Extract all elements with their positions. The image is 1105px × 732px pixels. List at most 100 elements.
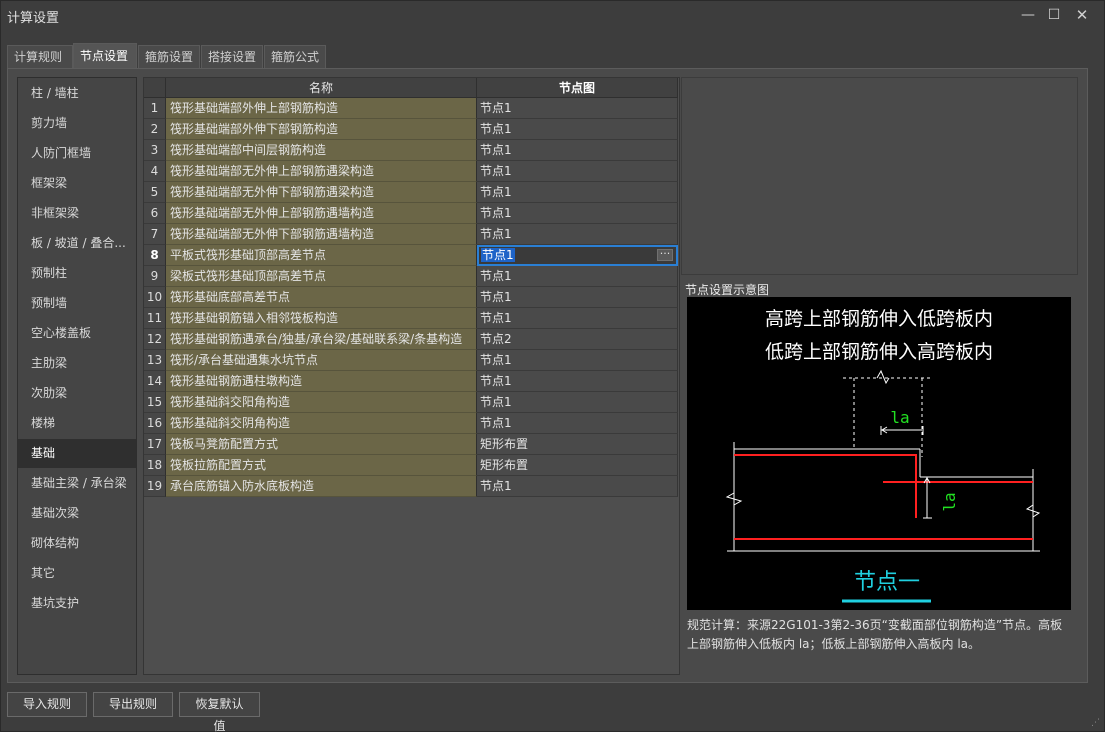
row-name-cell[interactable]: 筏形基础斜交阴角构造 <box>166 413 477 434</box>
row-node-cell[interactable]: 节点1 <box>477 266 678 287</box>
sidebar-item-slab[interactable]: 板 / 坡道 / 叠合... <box>18 229 136 258</box>
row-number[interactable]: 9 <box>144 266 166 287</box>
row-name-cell[interactable]: 平板式筏形基础顶部高差节点 <box>166 245 477 266</box>
row-node-cell[interactable]: 节点1 <box>477 476 678 497</box>
row-node-cell[interactable]: 节点1 <box>477 224 678 245</box>
row-name-cell[interactable]: 筏形基础钢筋遇柱墩构造 <box>166 371 477 392</box>
table-row[interactable]: 5 筏形基础端部无外伸下部钢筋遇梁构造 节点1 <box>144 182 678 203</box>
row-name-cell[interactable]: 筏形基础端部无外伸下部钢筋遇墙构造 <box>166 224 477 245</box>
row-node-cell[interactable]: 矩形布置 <box>477 434 678 455</box>
row-number[interactable]: 11 <box>144 308 166 329</box>
sidebar-item-secondary-rib-beam[interactable]: 次肋梁 <box>18 379 136 408</box>
table-row[interactable]: 16 筏形基础斜交阴角构造 节点1 <box>144 413 678 434</box>
restore-defaults-button[interactable]: 恢复默认值 <box>179 692 260 732</box>
row-name-cell[interactable]: 筏形基础端部中间层钢筋构造 <box>166 140 477 161</box>
maximize-button[interactable]: ☐ <box>1043 5 1065 25</box>
table-row[interactable]: 7 筏形基础端部无外伸下部钢筋遇墙构造 节点1 <box>144 224 678 245</box>
row-node-cell[interactable]: 节点1 <box>477 119 678 140</box>
resize-grip-icon[interactable]: ⋰ <box>1091 717 1103 729</box>
sidebar-item-shear-wall[interactable]: 剪力墙 <box>18 109 136 138</box>
sidebar-item-frame-beam[interactable]: 框架梁 <box>18 169 136 198</box>
row-number[interactable]: 17 <box>144 434 166 455</box>
row-number[interactable]: 16 <box>144 413 166 434</box>
node-picker-button[interactable]: ··· <box>657 248 673 261</box>
row-node-cell[interactable]: 节点1 <box>477 98 678 119</box>
sidebar-item-other[interactable]: 其它 <box>18 559 136 588</box>
tab-stirrup-formula[interactable]: 箍筋公式 <box>264 45 326 68</box>
row-node-cell[interactable]: 节点1 <box>477 350 678 371</box>
row-number[interactable]: 15 <box>144 392 166 413</box>
row-name-cell[interactable]: 筏形/承台基础遇集水坑节点 <box>166 350 477 371</box>
table-row[interactable]: 8 平板式筏形基础顶部高差节点 节点1 ··· <box>144 245 678 266</box>
row-number[interactable]: 1 <box>144 98 166 119</box>
close-button[interactable]: ✕ <box>1071 5 1093 25</box>
row-node-cell[interactable]: 节点1 <box>477 413 678 434</box>
row-name-cell[interactable]: 筏形基础底部高差节点 <box>166 287 477 308</box>
title-bar[interactable]: 计算设置 — ☐ ✕ <box>1 1 1104 31</box>
row-name-cell[interactable]: 筏形基础端部外伸上部钢筋构造 <box>166 98 477 119</box>
table-row[interactable]: 18 筏板拉筋配置方式 矩形布置 <box>144 455 678 476</box>
column-header-node[interactable]: 节点图 <box>477 78 678 98</box>
table-row[interactable]: 1 筏形基础端部外伸上部钢筋构造 节点1 <box>144 98 678 119</box>
row-node-cell[interactable]: 节点1 <box>477 392 678 413</box>
table-row[interactable]: 12 筏形基础钢筋遇承台/独基/承台梁/基础联系梁/条基构造 节点2 <box>144 329 678 350</box>
row-number[interactable]: 7 <box>144 224 166 245</box>
row-name-cell[interactable]: 承台底筋锚入防水底板构造 <box>166 476 477 497</box>
row-number[interactable]: 8 <box>144 245 166 266</box>
row-node-cell[interactable]: 节点1 <box>477 287 678 308</box>
table-row[interactable]: 17 筏板马凳筋配置方式 矩形布置 <box>144 434 678 455</box>
sidebar-item-non-frame-beam[interactable]: 非框架梁 <box>18 199 136 228</box>
row-node-cell[interactable]: 矩形布置 <box>477 455 678 476</box>
row-name-cell[interactable]: 筏板拉筋配置方式 <box>166 455 477 476</box>
row-name-cell[interactable]: 梁板式筏形基础顶部高差节点 <box>166 266 477 287</box>
row-name-cell[interactable]: 筏形基础端部无外伸上部钢筋遇梁构造 <box>166 161 477 182</box>
row-node-cell[interactable]: 节点1 <box>477 182 678 203</box>
import-rules-button[interactable]: 导入规则 <box>7 692 87 717</box>
row-name-cell[interactable]: 筏形基础端部无外伸上部钢筋遇墙构造 <box>166 203 477 224</box>
row-node-cell[interactable]: 节点1 <box>477 140 678 161</box>
table-row[interactable]: 13 筏形/承台基础遇集水坑节点 节点1 <box>144 350 678 371</box>
tab-node-settings[interactable]: 节点设置 <box>73 43 137 68</box>
sidebar-item-precast-column[interactable]: 预制柱 <box>18 259 136 288</box>
sidebar-item-civil-defense-door-wall[interactable]: 人防门框墙 <box>18 139 136 168</box>
minimize-button[interactable]: — <box>1017 5 1039 25</box>
sidebar-item-foundation-secondary-beam[interactable]: 基础次梁 <box>18 499 136 528</box>
sidebar-item-stairs[interactable]: 楼梯 <box>18 409 136 438</box>
table-row[interactable]: 6 筏形基础端部无外伸上部钢筋遇墙构造 节点1 <box>144 203 678 224</box>
sidebar-item-precast-wall[interactable]: 预制墙 <box>18 289 136 318</box>
export-rules-button[interactable]: 导出规则 <box>93 692 173 717</box>
table-row[interactable]: 11 筏形基础钢筋锚入相邻筏板构造 节点1 <box>144 308 678 329</box>
row-number[interactable]: 5 <box>144 182 166 203</box>
sidebar-item-column[interactable]: 柱 / 墙柱 <box>18 79 136 108</box>
row-number[interactable]: 18 <box>144 455 166 476</box>
table-row[interactable]: 15 筏形基础斜交阳角构造 节点1 <box>144 392 678 413</box>
row-number[interactable]: 13 <box>144 350 166 371</box>
table-row[interactable]: 4 筏形基础端部无外伸上部钢筋遇梁构造 节点1 <box>144 161 678 182</box>
row-number[interactable]: 14 <box>144 371 166 392</box>
sidebar-item-main-rib-beam[interactable]: 主肋梁 <box>18 349 136 378</box>
sidebar-item-foundation-main-beam[interactable]: 基础主梁 / 承台梁 <box>18 469 136 498</box>
tab-calc-rules[interactable]: 计算规则 <box>7 45 73 68</box>
row-node-cell[interactable]: 节点1 <box>477 308 678 329</box>
row-name-cell[interactable]: 筏形基础钢筋锚入相邻筏板构造 <box>166 308 477 329</box>
row-number[interactable]: 3 <box>144 140 166 161</box>
sidebar-item-foundation[interactable]: 基础 <box>18 439 136 468</box>
row-number[interactable]: 19 <box>144 476 166 497</box>
row-node-cell[interactable]: 节点1 <box>477 161 678 182</box>
tab-stirrup-settings[interactable]: 箍筋设置 <box>138 45 200 68</box>
row-number[interactable]: 12 <box>144 329 166 350</box>
sidebar-item-hollow-slab[interactable]: 空心楼盖板 <box>18 319 136 348</box>
row-node-cell[interactable]: 节点1 <box>477 203 678 224</box>
row-number[interactable]: 4 <box>144 161 166 182</box>
table-row[interactable]: 14 筏形基础钢筋遇柱墩构造 节点1 <box>144 371 678 392</box>
column-header-name[interactable]: 名称 <box>166 78 477 98</box>
row-node-cell[interactable]: 节点1 <box>477 371 678 392</box>
sidebar-item-masonry[interactable]: 砌体结构 <box>18 529 136 558</box>
table-row[interactable]: 9 梁板式筏形基础顶部高差节点 节点1 <box>144 266 678 287</box>
table-row[interactable]: 19 承台底筋锚入防水底板构造 节点1 <box>144 476 678 497</box>
row-node-cell[interactable]: 节点2 <box>477 329 678 350</box>
table-row[interactable]: 10 筏形基础底部高差节点 节点1 <box>144 287 678 308</box>
row-name-cell[interactable]: 筏形基础端部外伸下部钢筋构造 <box>166 119 477 140</box>
row-name-cell[interactable]: 筏形基础钢筋遇承台/独基/承台梁/基础联系梁/条基构造 <box>166 329 477 350</box>
table-row[interactable]: 2 筏形基础端部外伸下部钢筋构造 节点1 <box>144 119 678 140</box>
